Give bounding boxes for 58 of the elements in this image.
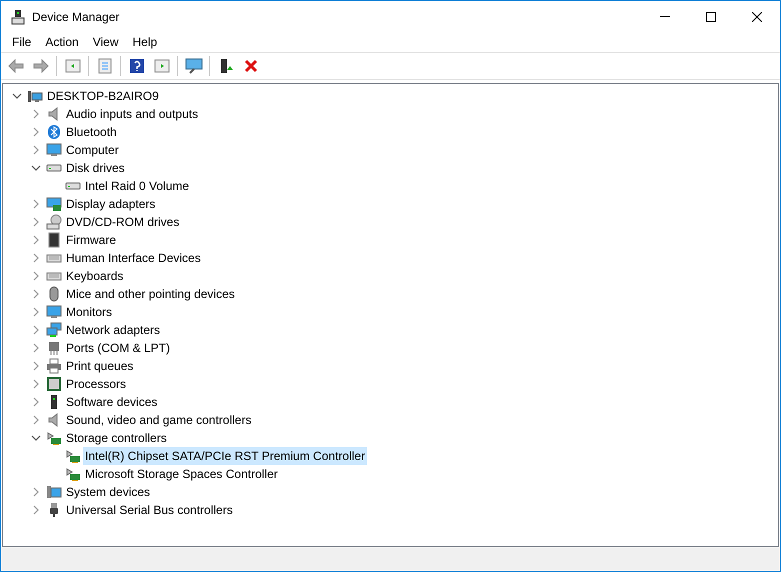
disc-icon xyxy=(46,214,62,230)
properties-icon xyxy=(96,58,112,74)
controller-card-icon xyxy=(65,448,81,464)
menu-item[interactable]: View xyxy=(86,33,126,51)
monitor-icon xyxy=(46,142,62,158)
controller-card-icon xyxy=(65,466,81,482)
tree-item[interactable]: DESKTOP-B2AIRO9 xyxy=(45,87,161,105)
tree-item[interactable]: Computer xyxy=(64,141,121,159)
drive-icon xyxy=(46,164,62,172)
tree-item[interactable]: Storage controllers xyxy=(64,429,169,447)
tree-item[interactable]: Print queues xyxy=(64,357,136,375)
tree-item[interactable]: Mice and other pointing devices xyxy=(64,285,237,303)
tree-item[interactable]: Ports (COM & LPT) xyxy=(64,339,172,357)
monitor-icon xyxy=(46,304,62,320)
minimize-icon xyxy=(660,16,670,17)
menu-item[interactable]: File xyxy=(5,33,38,51)
menu-item[interactable]: Help xyxy=(126,33,164,51)
tree-item[interactable]: Disk drives xyxy=(64,159,127,177)
chip-icon xyxy=(46,232,62,248)
back-icon xyxy=(8,58,24,74)
tree-item[interactable]: Monitors xyxy=(64,303,114,321)
tree-item[interactable]: Keyboards xyxy=(64,267,126,285)
tree-item[interactable]: Software devices xyxy=(64,393,160,411)
maximize-icon xyxy=(706,12,716,22)
bluetooth-icon xyxy=(46,124,62,140)
tree-item[interactable]: Universal Serial Bus controllers xyxy=(64,501,235,519)
tree-item[interactable]: Audio inputs and outputs xyxy=(64,105,200,123)
display-card-icon xyxy=(46,196,62,212)
help-icon xyxy=(128,58,144,74)
tree-item[interactable]: Intel Raid 0 Volume xyxy=(83,177,192,195)
uninstall-icon xyxy=(242,58,258,74)
tree-item[interactable]: Network adapters xyxy=(64,321,162,339)
processor-icon xyxy=(46,376,62,392)
tree-item[interactable]: Display adapters xyxy=(64,195,158,213)
drive-icon xyxy=(65,182,81,190)
device-manager-icon xyxy=(10,8,26,24)
network-icon xyxy=(46,322,62,338)
tree-item[interactable]: Human Interface Devices xyxy=(64,249,203,267)
window-title: Device Manager xyxy=(32,8,120,26)
tree-item[interactable]: Sound, video and game controllers xyxy=(64,411,254,429)
tree-item[interactable]: Bluetooth xyxy=(64,123,119,141)
printer-icon xyxy=(46,358,62,374)
menu-item[interactable]: Action xyxy=(38,33,86,51)
tree-item[interactable]: DVD/CD-ROM drives xyxy=(64,213,182,231)
scan-hardware-icon xyxy=(184,58,202,74)
console-tree-icon xyxy=(64,58,80,74)
tree-item[interactable]: System devices xyxy=(64,483,152,501)
forward-icon xyxy=(32,58,48,74)
tree-item[interactable]: Processors xyxy=(64,375,128,393)
close-icon xyxy=(752,12,762,22)
tree-item[interactable]: Firmware xyxy=(64,231,118,249)
computer-icon xyxy=(46,484,62,500)
tree-item[interactable]: Microsoft Storage Spaces Controller xyxy=(83,465,280,483)
action-pane-icon xyxy=(154,58,170,74)
computer-icon xyxy=(27,88,43,104)
tree-item[interactable]: Intel(R) Chipset SATA/PCIe RST Premium Controller xyxy=(83,447,368,465)
controller-card-icon xyxy=(46,430,62,446)
connector-icon xyxy=(46,340,62,356)
